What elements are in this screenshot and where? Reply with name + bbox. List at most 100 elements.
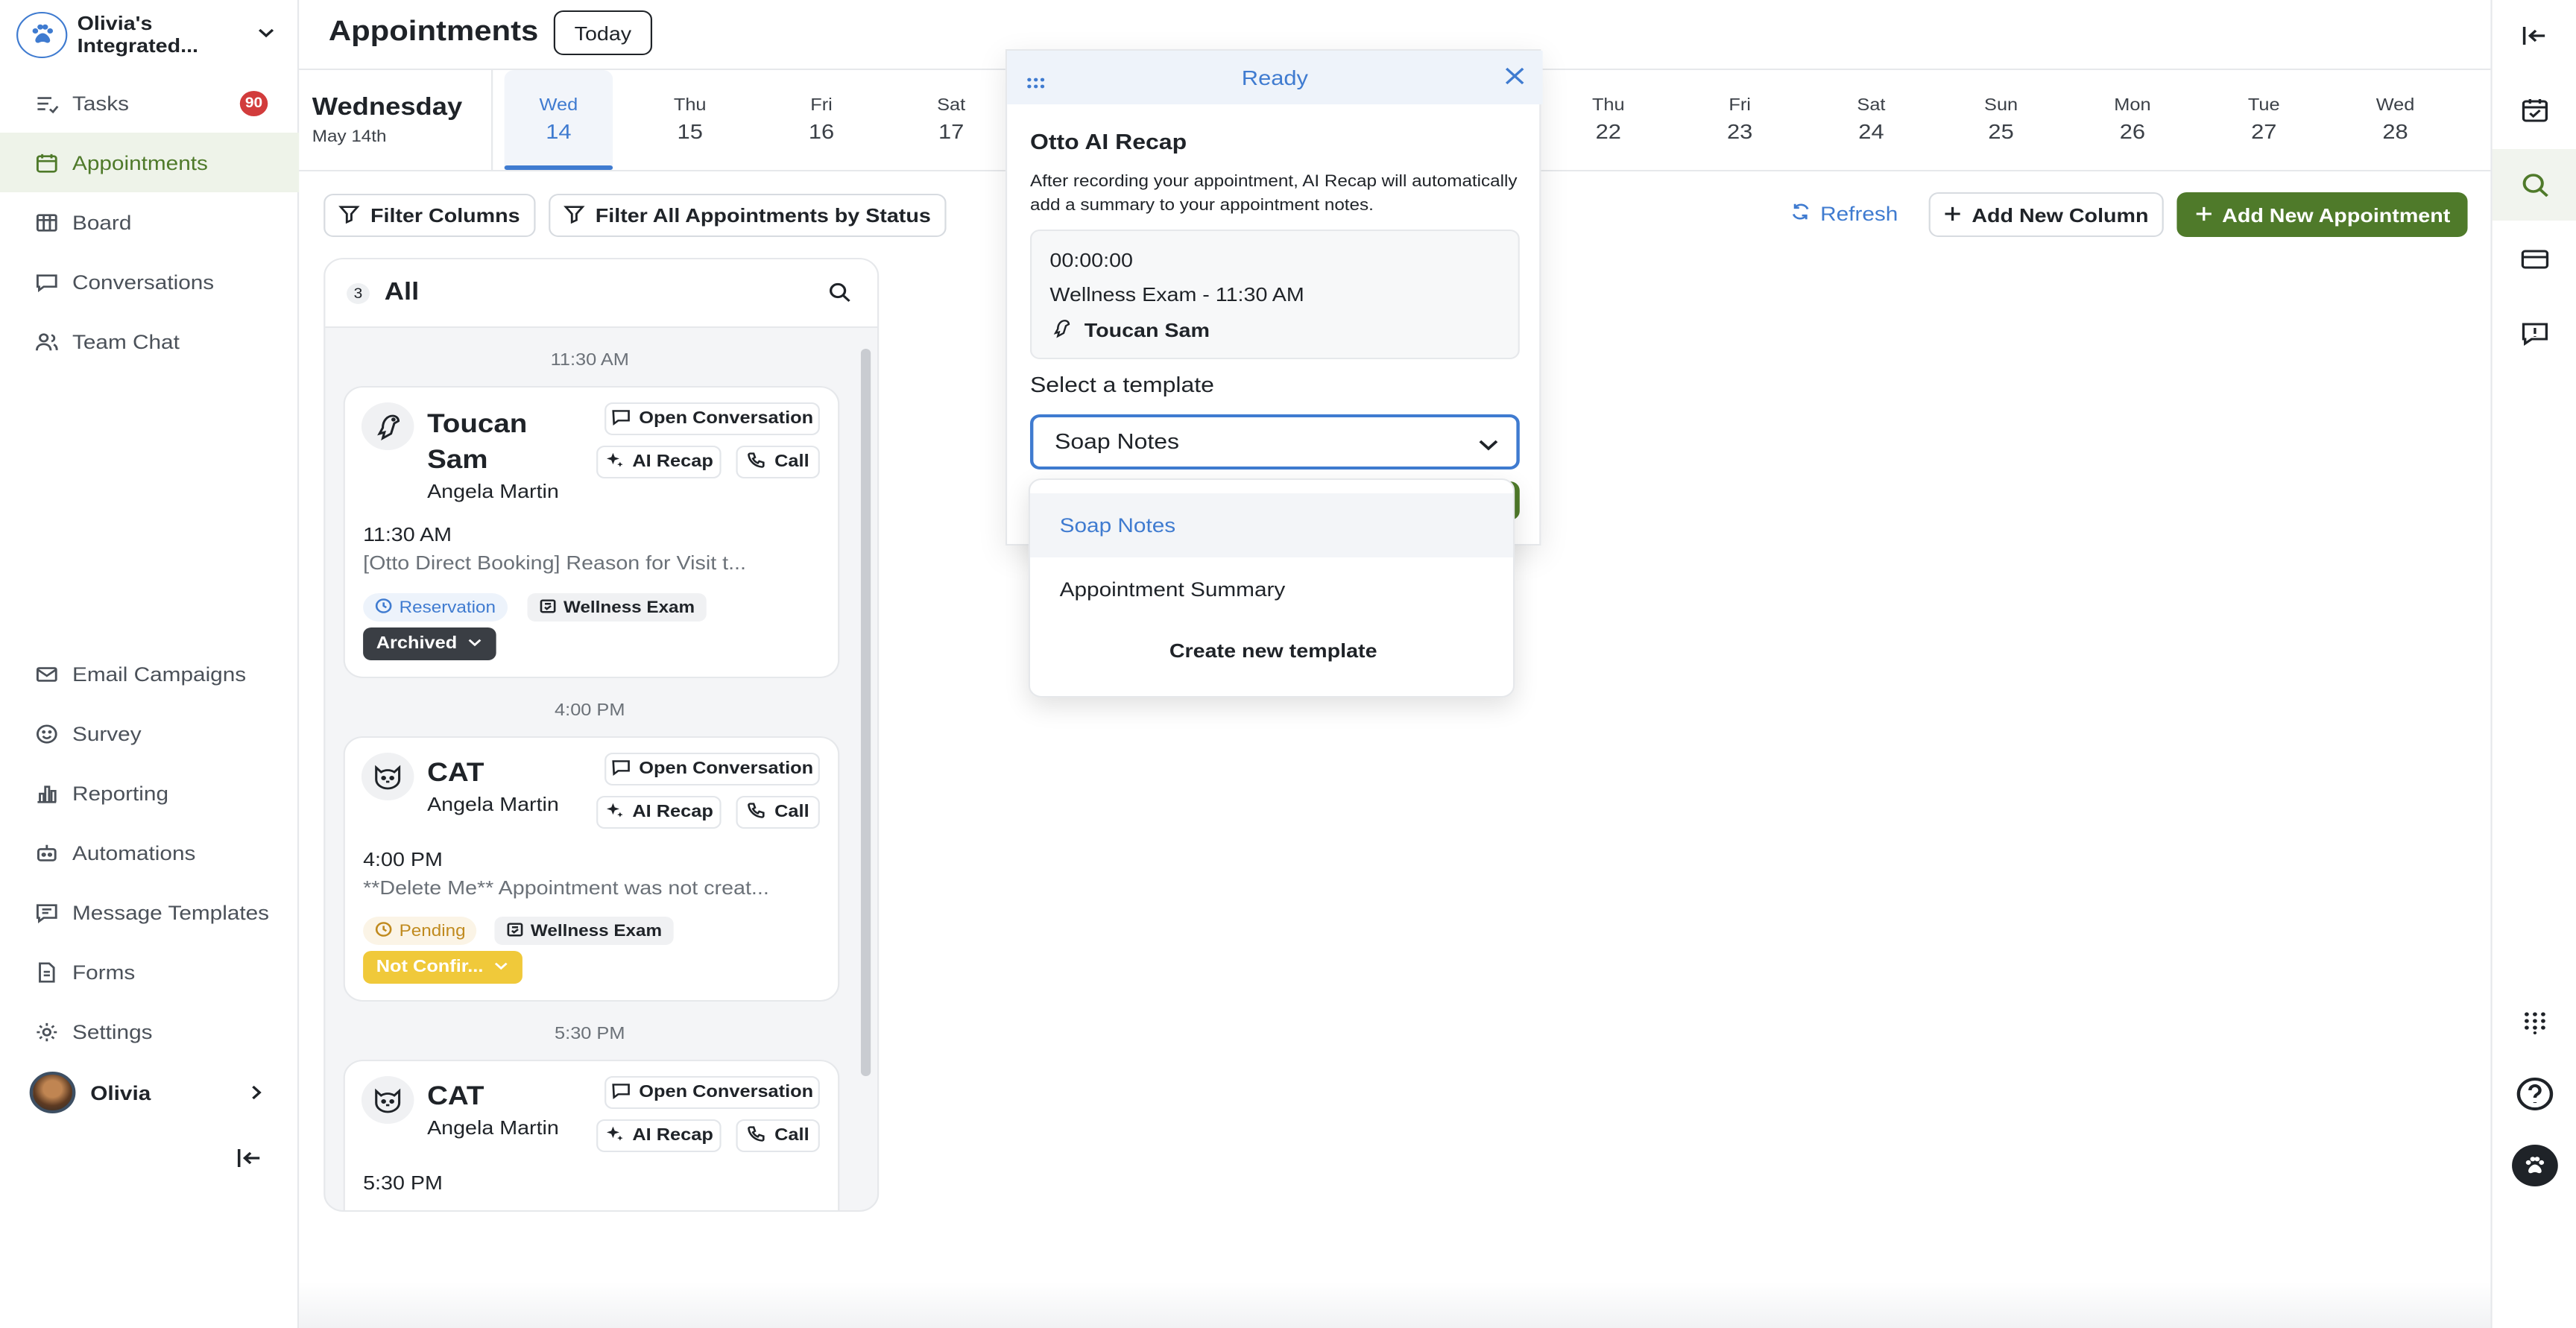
day-fri-16[interactable]: Fri 16 [767, 70, 875, 170]
open-conversation-button[interactable]: Open Conversation [604, 753, 820, 785]
sidebar-item-label: Board [72, 211, 132, 233]
owner-name: Angela Martin [427, 480, 559, 502]
call-button[interactable]: Call [736, 446, 820, 478]
day-tue-27[interactable]: Tue 27 [2210, 70, 2318, 170]
dialpad-icon[interactable] [2493, 987, 2576, 1058]
paw-assistant-icon[interactable] [2493, 1130, 2576, 1201]
create-template-button[interactable]: Create new template [1030, 639, 1513, 662]
day-fri-23[interactable]: Fri 23 [1685, 70, 1793, 170]
filter-status-label: Filter All Appointments by Status [595, 204, 931, 227]
day-thu-15[interactable]: Thu 15 [636, 70, 744, 170]
chevron-down-icon [1477, 434, 1500, 461]
pet-name[interactable]: CAT [427, 754, 484, 790]
chevron-down-icon [467, 634, 483, 654]
help-icon[interactable] [2493, 1058, 2576, 1130]
ai-recap-button[interactable]: AI Recap [596, 446, 722, 478]
day-sat-24[interactable]: Sat 24 [1817, 70, 1925, 170]
add-appointment-button[interactable]: Add New Appointment [2176, 192, 2468, 237]
sidebar-item-conversations[interactable]: Conversations [0, 252, 299, 312]
user-menu[interactable]: Olivia [29, 1070, 277, 1115]
chevron-down-icon[interactable] [256, 22, 276, 49]
email-icon [33, 662, 59, 686]
sidebar-item-message-templates[interactable]: Message Templates [0, 882, 299, 942]
recording-summary: 00:00:00 Wellness Exam - 11:30 AM Toucan… [1029, 230, 1520, 359]
ai-recap-button[interactable]: AI Recap [596, 1119, 722, 1152]
collapse-rail-icon[interactable] [2493, 0, 2576, 72]
day-sat-17[interactable]: Sat 17 [897, 70, 1005, 170]
open-conversation-label: Open Conversation [639, 1084, 814, 1101]
sidebar-item-team-chat[interactable]: Team Chat [0, 312, 299, 371]
appointment-card[interactable]: Toucan Sam Angela Martin Open Conversati… [343, 386, 840, 678]
open-conversation-button[interactable]: Open Conversation [604, 402, 820, 435]
add-appointment-label: Add New Appointment [2222, 203, 2451, 226]
calendar-check-icon[interactable] [2493, 75, 2576, 146]
status-dropdown[interactable]: Not Confir... [363, 951, 523, 984]
day-wed-28[interactable]: Wed 28 [2341, 70, 2449, 170]
sidebar-item-appointments[interactable]: Appointments [0, 133, 300, 192]
tag-label: Wellness Exam [530, 922, 663, 940]
template-option-soap-notes[interactable]: Soap Notes [1029, 493, 1513, 557]
recording-appointment: Wellness Exam - 11:30 AM [1049, 283, 1304, 306]
day-label: Wed [539, 97, 578, 115]
pet-name[interactable]: Toucan Sam [427, 405, 591, 477]
org-switcher[interactable]: Olivia's Integrated... [16, 9, 285, 60]
sidebar-item-board[interactable]: Board [0, 192, 299, 252]
template-icon [33, 900, 59, 924]
sidebar-item-reporting[interactable]: Reporting [0, 763, 299, 823]
day-number: 14 [546, 119, 572, 143]
appointment-time: 11:30 AM [363, 523, 452, 546]
day-number: 25 [1988, 119, 2014, 143]
sidebar-item-settings[interactable]: Settings [0, 1002, 299, 1061]
sidebar-item-label: Forms [72, 961, 136, 983]
close-icon[interactable] [1503, 66, 1527, 94]
day-wed-14[interactable]: Wed 14 [504, 70, 613, 170]
appointment-card[interactable]: CAT Angela Martin Open Conversation AI R… [343, 736, 840, 1002]
exam-type-tag: Wellness Exam [527, 593, 707, 622]
panel-description: After recording your appointment, AI Rec… [1029, 173, 1518, 215]
open-conversation-button[interactable]: Open Conversation [604, 1076, 820, 1109]
chevron-down-icon [493, 958, 510, 977]
calendar-icon [33, 151, 59, 174]
credit-card-icon[interactable] [2493, 224, 2576, 295]
sidebar-item-email-campaigns[interactable]: Email Campaigns [0, 644, 299, 703]
column-scrollbar[interactable] [860, 349, 871, 1076]
time-separator: 5:30 PM [555, 1025, 625, 1043]
sidebar-item-survey[interactable]: Survey [0, 703, 299, 763]
sidebar-item-tasks[interactable]: Tasks 90 [0, 73, 299, 133]
template-select[interactable]: Soap Notes [1029, 414, 1520, 469]
column-count: 3 [347, 283, 370, 304]
add-column-button[interactable]: Add New Column [1928, 192, 2164, 237]
refresh-button[interactable]: Refresh [1790, 203, 1898, 225]
calendar-check-icon [539, 597, 557, 618]
panel-header[interactable]: Ready [1007, 51, 1543, 104]
exam-type-tag: Wellness Exam [494, 917, 674, 945]
day-sun-25[interactable]: Sun 25 [1947, 70, 2055, 170]
status-dropdown[interactable]: Archived [363, 627, 497, 660]
add-column-label: Add New Column [1972, 203, 2149, 226]
date-divider [491, 70, 493, 170]
call-button[interactable]: Call [736, 1119, 820, 1152]
search-icon[interactable] [828, 282, 851, 310]
sidebar-item-automations[interactable]: Automations [0, 823, 299, 882]
sidebar-item-label: Reporting [72, 782, 169, 804]
sidebar-item-forms[interactable]: Forms [0, 942, 299, 1002]
day-thu-22[interactable]: Thu 22 [1554, 70, 1662, 170]
appointment-card[interactable]: CAT Angela Martin Open Conversation AI R… [343, 1060, 840, 1210]
form-icon [33, 960, 59, 984]
ai-recap-button[interactable]: AI Recap [596, 796, 722, 829]
today-button[interactable]: Today [553, 10, 653, 55]
tag-label: Wellness Exam [564, 598, 695, 616]
call-button[interactable]: Call [736, 796, 820, 829]
day-mon-26[interactable]: Mon 26 [2078, 70, 2186, 170]
gear-icon [33, 1019, 59, 1043]
collapse-sidebar-icon[interactable] [235, 1145, 265, 1179]
search-icon[interactable] [2492, 149, 2576, 221]
current-date: Wednesday May 14th [312, 94, 462, 146]
pet-name[interactable]: CAT [427, 1078, 484, 1113]
user-name: Olivia [90, 1081, 151, 1104]
filter-columns-button[interactable]: Filter Columns [323, 194, 536, 237]
feedback-icon[interactable] [2493, 298, 2576, 370]
filter-status-button[interactable]: Filter All Appointments by Status [549, 194, 947, 237]
time-separator: 4:00 PM [555, 702, 625, 720]
template-option-appointment-summary[interactable]: Appointment Summary [1030, 557, 1513, 622]
